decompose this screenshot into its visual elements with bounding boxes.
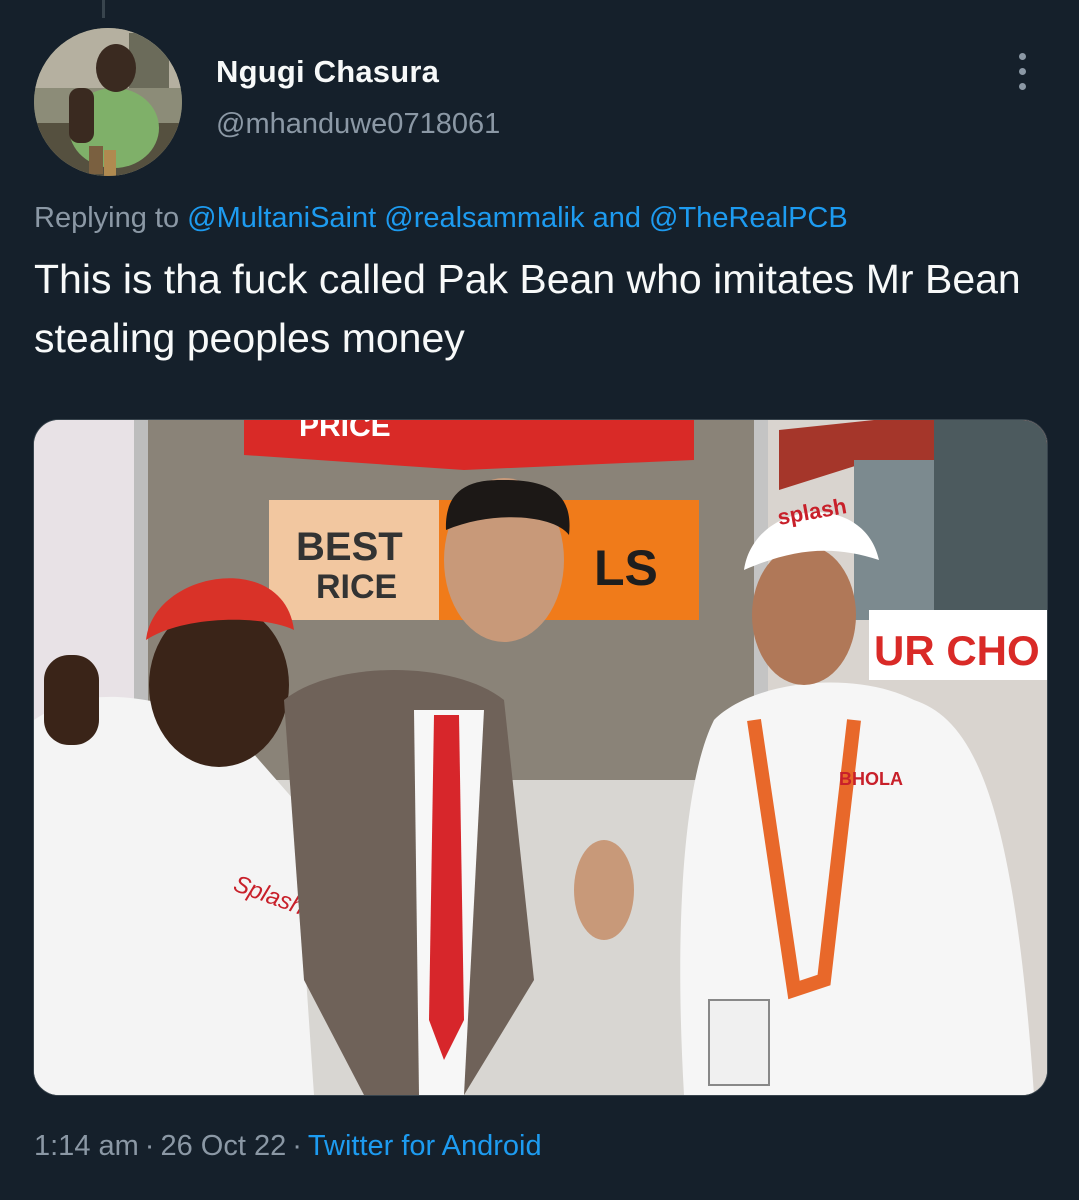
tweet-text: This is tha fuck called Pak Bean who imi… xyxy=(34,256,1021,361)
sign-best-text: BEST xyxy=(296,525,403,569)
tweet[interactable]: Ngugi Chasura @mhanduwe0718061 Replying … xyxy=(0,0,1079,1200)
author-handle[interactable]: @mhanduwe0718061 xyxy=(216,108,500,141)
shirt-logo-right-text: BHOLA xyxy=(839,769,903,789)
meta-separator: · xyxy=(144,1130,155,1162)
avatar[interactable] xyxy=(34,28,182,176)
thread-connector-line xyxy=(102,0,105,18)
photo-illustration: PRICE BEST RICE LS UR CHO Splash splash … xyxy=(34,420,1047,1095)
sign-rice-text: RICE xyxy=(316,568,397,606)
sign-our-cho-text: UR CHO xyxy=(874,627,1040,674)
sign-ls-text: LS xyxy=(594,540,658,596)
tweet-photo[interactable]: PRICE BEST RICE LS UR CHO Splash splash … xyxy=(33,419,1048,1096)
replying-to: Replying to @MultaniSaint @realsammalik … xyxy=(34,202,848,235)
tweet-meta: 1:14 am · 26 Oct 22 · Twitter for Android xyxy=(34,1130,542,1163)
tweet-time[interactable]: 1:14 am xyxy=(34,1130,139,1162)
replying-to-label: Replying to xyxy=(34,202,180,234)
profile-photo xyxy=(34,28,182,176)
tweet-date[interactable]: 26 Oct 22 xyxy=(160,1130,286,1162)
author-display-name[interactable]: Ngugi Chasura xyxy=(216,54,439,90)
more-dot xyxy=(1018,52,1026,60)
tweet-source[interactable]: Twitter for Android xyxy=(308,1130,542,1162)
more-dot xyxy=(1018,67,1026,75)
sign-price-text: PRICE xyxy=(299,420,391,443)
mention-link[interactable]: @TheRealPCB xyxy=(649,202,848,234)
more-dot xyxy=(1018,82,1026,90)
meta-separator: · xyxy=(292,1130,302,1162)
mention-conjunction: and xyxy=(592,202,641,234)
mention-link[interactable]: @MultaniSaint xyxy=(187,202,376,234)
mention-link[interactable]: @realsammalik xyxy=(384,202,584,234)
more-options-icon[interactable] xyxy=(1002,46,1042,96)
